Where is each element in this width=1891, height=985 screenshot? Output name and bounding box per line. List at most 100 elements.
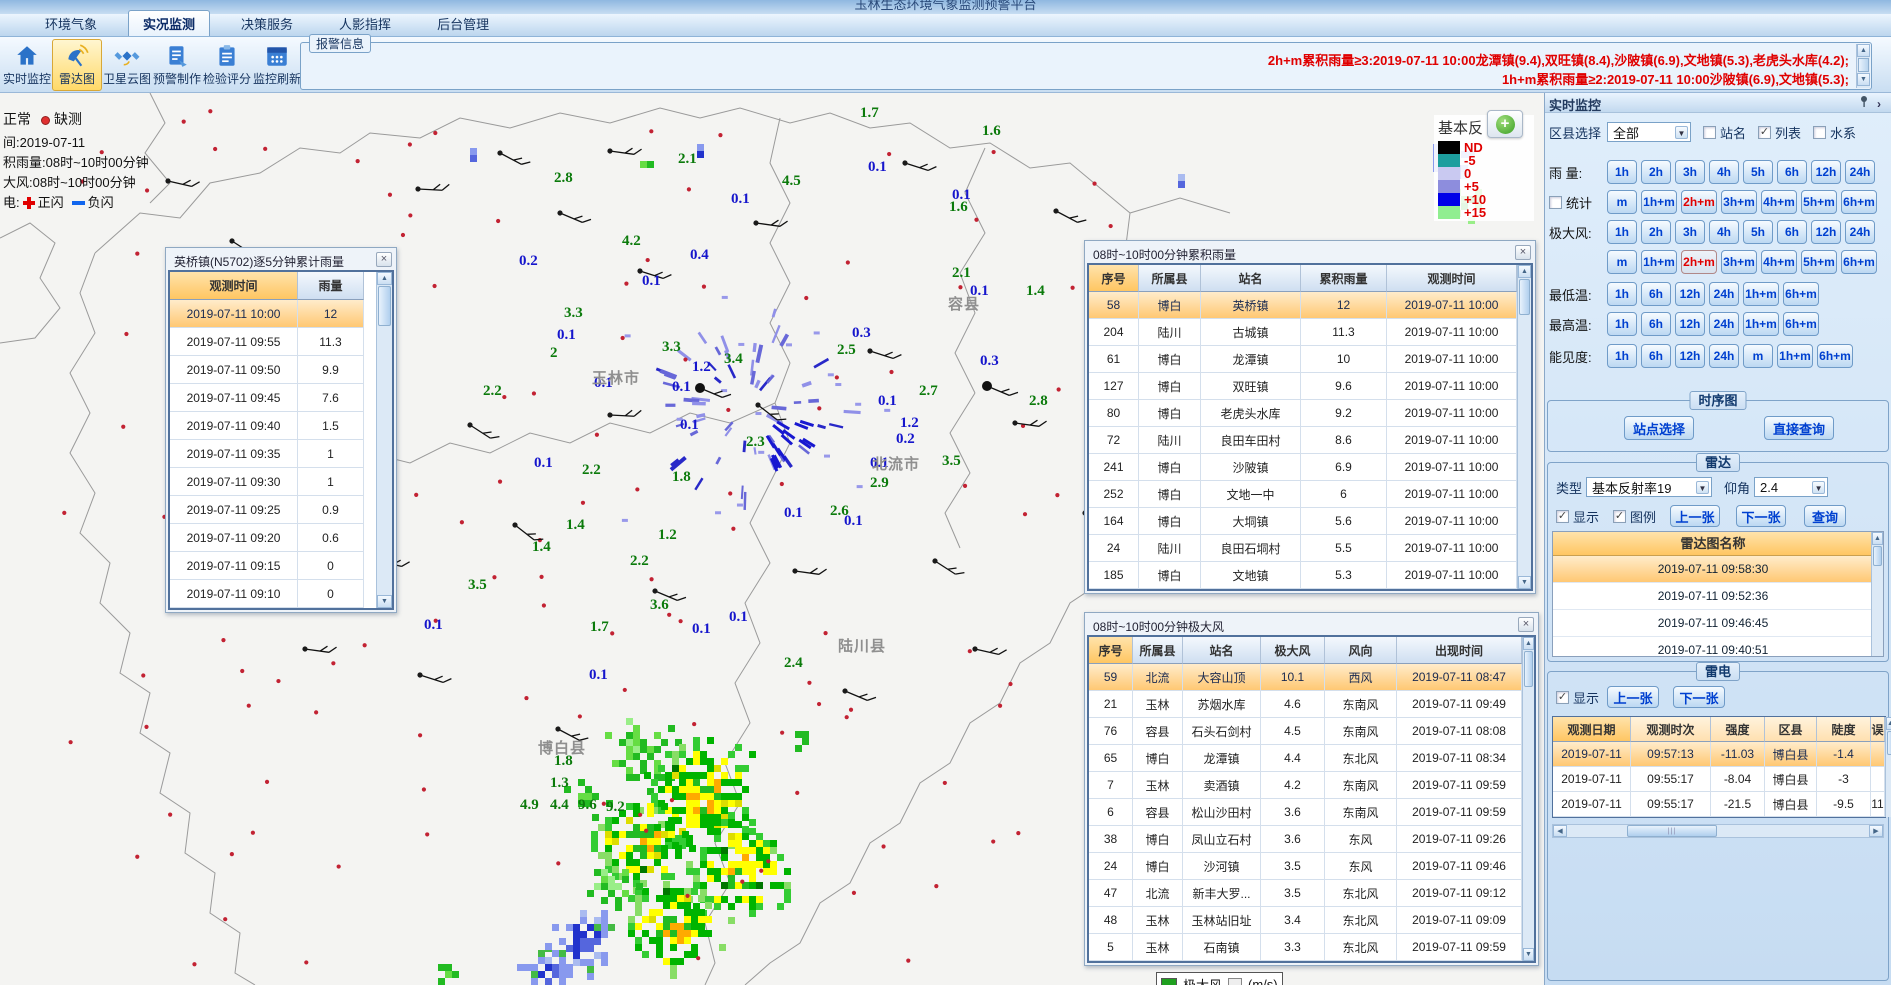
lightning-hscrollbar[interactable]: ◀ ||| ▶: [1552, 824, 1884, 838]
column-header-风向[interactable]: 风向: [1325, 637, 1397, 664]
column-header-观测日期[interactable]: 观测日期: [1553, 717, 1631, 742]
scroll-up-icon[interactable]: ▲: [377, 272, 392, 285]
table-row[interactable]: 2019-07-11 09:401.5: [170, 412, 376, 440]
wind-24h-button[interactable]: 24h: [1845, 220, 1875, 244]
table-row[interactable]: 7玉林卖酒镇4.2东南风2019-07-11 09:59: [1089, 772, 1522, 799]
table-row[interactable]: 2019-07-11 09:301: [170, 468, 376, 496]
cumulative-rain-popup[interactable]: 08时~10时00分钟累积雨量 × 序号所属县站名累积雨量观测时间58博白英桥镇…: [1084, 240, 1536, 594]
scroll-right-icon[interactable]: ▶: [1869, 825, 1883, 837]
table-scrollbar[interactable]: ▲: [1885, 717, 1891, 817]
scroll-thumb[interactable]: [1887, 731, 1891, 755]
rain-m-5h+m-button[interactable]: 5h+m: [1801, 190, 1837, 214]
wind-12h-button[interactable]: 12h: [1811, 220, 1841, 244]
tmax-6h+m-button[interactable]: 6h+m: [1783, 312, 1819, 336]
extreme-wind-popup[interactable]: 08时~10时00分钟极大风 × 序号所属县站名极大风风向出现时间59北流大容山…: [1084, 612, 1539, 966]
station-rain-popup[interactable]: 英桥镇(N5702)逐5分钟累计雨量 × 观测时间雨量2019-07-11 10…: [165, 247, 397, 613]
radar-list-item[interactable]: 2019-07-11 09:58:30: [1553, 556, 1873, 583]
vis-24h-button[interactable]: 24h: [1709, 344, 1739, 368]
tool-监控刷新[interactable]: 监控刷新: [252, 39, 302, 91]
table-row[interactable]: 164博白大垌镇5.62019-07-11 10:00: [1089, 508, 1517, 535]
column-header-极大风[interactable]: 极大风: [1261, 637, 1325, 664]
next-button[interactable]: 下一张: [1673, 686, 1725, 708]
prev-button[interactable]: 上一张: [1607, 686, 1659, 708]
tool-卫星云图[interactable]: 卫星云图: [102, 39, 152, 91]
tool-雷达图[interactable]: 雷达图: [52, 39, 102, 91]
table-row[interactable]: 58博白英桥镇122019-07-11 10:00: [1089, 292, 1517, 319]
table-scrollbar[interactable]: ▲▼: [1517, 265, 1531, 589]
table-row[interactable]: 80博白老虎头水库9.22019-07-11 10:00: [1089, 400, 1517, 427]
column-header-序号[interactable]: 序号: [1089, 265, 1139, 292]
table-row[interactable]: 61博白龙潭镇102019-07-11 10:00: [1089, 346, 1517, 373]
close-icon[interactable]: ×: [1518, 617, 1534, 632]
table-scrollbar[interactable]: ▲▼: [376, 272, 392, 608]
radar-show-checkbox[interactable]: ✓: [1556, 510, 1569, 523]
zoom-in-button[interactable]: +: [1487, 110, 1523, 138]
scroll-up-icon[interactable]: ▲: [1886, 717, 1891, 730]
vis-1h+m-button[interactable]: 1h+m: [1777, 344, 1813, 368]
rain-6h-button[interactable]: 6h: [1777, 160, 1807, 184]
rain-m-m-button[interactable]: m: [1607, 190, 1637, 214]
pin-icon[interactable]: [1859, 95, 1870, 108]
tmax-24h-button[interactable]: 24h: [1709, 312, 1739, 336]
table-row[interactable]: 72陆川良田车田村8.62019-07-11 10:00: [1089, 427, 1517, 454]
table-row[interactable]: 2019-07-1109:57:13-11.03博白县-1.4: [1553, 742, 1885, 767]
column-header-误[interactable]: 误: [1871, 717, 1885, 742]
table-row[interactable]: 2019-07-1109:55:17-8.04博白县-3: [1553, 767, 1885, 792]
alarm-scrollbar[interactable]: ▲ ▼: [1856, 44, 1870, 88]
table-row[interactable]: 2019-07-11 09:150: [170, 552, 376, 580]
close-icon[interactable]: ×: [376, 252, 392, 267]
close-icon[interactable]: ×: [1515, 245, 1531, 260]
prev-image-button[interactable]: 上一张: [1670, 505, 1720, 527]
table-row[interactable]: 47北流新丰大罗...3.5东北风2019-07-11 09:12: [1089, 880, 1522, 907]
radar-list-item[interactable]: 2019-07-11 09:52:36: [1553, 583, 1873, 610]
table-row[interactable]: 2019-07-11 09:351: [170, 440, 376, 468]
rain-1h-button[interactable]: 1h: [1607, 160, 1637, 184]
radar-type-select[interactable]: 基本反射率19 ▼: [1586, 477, 1712, 497]
column-header-站名[interactable]: 站名: [1201, 265, 1301, 292]
vis-m-button[interactable]: m: [1743, 344, 1773, 368]
wind-m-3h+m-button[interactable]: 3h+m: [1721, 250, 1757, 274]
wind-1h-button[interactable]: 1h: [1607, 220, 1637, 244]
rain-m-6h+m-button[interactable]: 6h+m: [1841, 190, 1877, 214]
rain-3h-button[interactable]: 3h: [1675, 160, 1705, 184]
table-scrollbar[interactable]: ▲▼: [1522, 637, 1534, 961]
table-row[interactable]: 24陆川良田石垌村5.52019-07-11 10:00: [1089, 535, 1517, 562]
wind-4h-button[interactable]: 4h: [1709, 220, 1739, 244]
table-row[interactable]: 2019-07-11 09:457.6: [170, 384, 376, 412]
column-header-累积雨量[interactable]: 累积雨量: [1301, 265, 1387, 292]
column-header-出现时间[interactable]: 出现时间: [1397, 637, 1522, 664]
tmin-6h+m-button[interactable]: 6h+m: [1783, 282, 1819, 306]
rain-m-2h+m-button[interactable]: 2h+m: [1681, 190, 1717, 214]
table-row[interactable]: 2019-07-11 09:100: [170, 580, 376, 608]
table-row[interactable]: 2019-07-11 09:200.6: [170, 524, 376, 552]
table-row[interactable]: 204陆川古城镇11.32019-07-11 10:00: [1089, 319, 1517, 346]
wind-3h-button[interactable]: 3h: [1675, 220, 1705, 244]
tmax-1h+m-button[interactable]: 1h+m: [1743, 312, 1779, 336]
column-header-陡度[interactable]: 陡度: [1817, 717, 1871, 742]
column-header-雨量[interactable]: 雨量: [298, 272, 364, 300]
tool-实时监控[interactable]: 实时监控: [2, 39, 52, 91]
table-row[interactable]: 5玉林石南镇3.3东北风2019-07-11 09:59: [1089, 934, 1522, 961]
checkbox-列表[interactable]: ✓: [1758, 126, 1771, 139]
column-header-观测时间[interactable]: 观测时间: [1387, 265, 1517, 292]
vis-6h-button[interactable]: 6h: [1641, 344, 1671, 368]
rain-m-4h+m-button[interactable]: 4h+m: [1761, 190, 1797, 214]
checkbox-水系[interactable]: [1813, 126, 1826, 139]
rain-2h-button[interactable]: 2h: [1641, 160, 1671, 184]
table-row[interactable]: 252博白文地一中62019-07-11 10:00: [1089, 481, 1517, 508]
wind-m-1h+m-button[interactable]: 1h+m: [1641, 250, 1677, 274]
tmin-6h-button[interactable]: 6h: [1641, 282, 1671, 306]
scroll-down-icon[interactable]: ▼: [1518, 576, 1531, 589]
table-row[interactable]: 65博白龙潭镇4.4东北风2019-07-11 08:34: [1089, 745, 1522, 772]
scroll-thumb[interactable]: [1519, 279, 1530, 315]
vis-1h-button[interactable]: 1h: [1607, 344, 1637, 368]
tmax-12h-button[interactable]: 12h: [1675, 312, 1705, 336]
radar-list-item[interactable]: 2019-07-11 09:46:45: [1553, 610, 1873, 637]
column-header-所属县[interactable]: 所属县: [1139, 265, 1201, 292]
radar-elev-select[interactable]: 2.4 ▼: [1754, 477, 1828, 497]
wind-6h-button[interactable]: 6h: [1777, 220, 1807, 244]
scroll-up-icon[interactable]: ▲: [1872, 532, 1883, 545]
station-select-button[interactable]: 站点选择: [1624, 416, 1694, 440]
scroll-up-icon[interactable]: ▲: [1518, 265, 1531, 278]
district-select[interactable]: 全部 ▼: [1607, 122, 1691, 142]
